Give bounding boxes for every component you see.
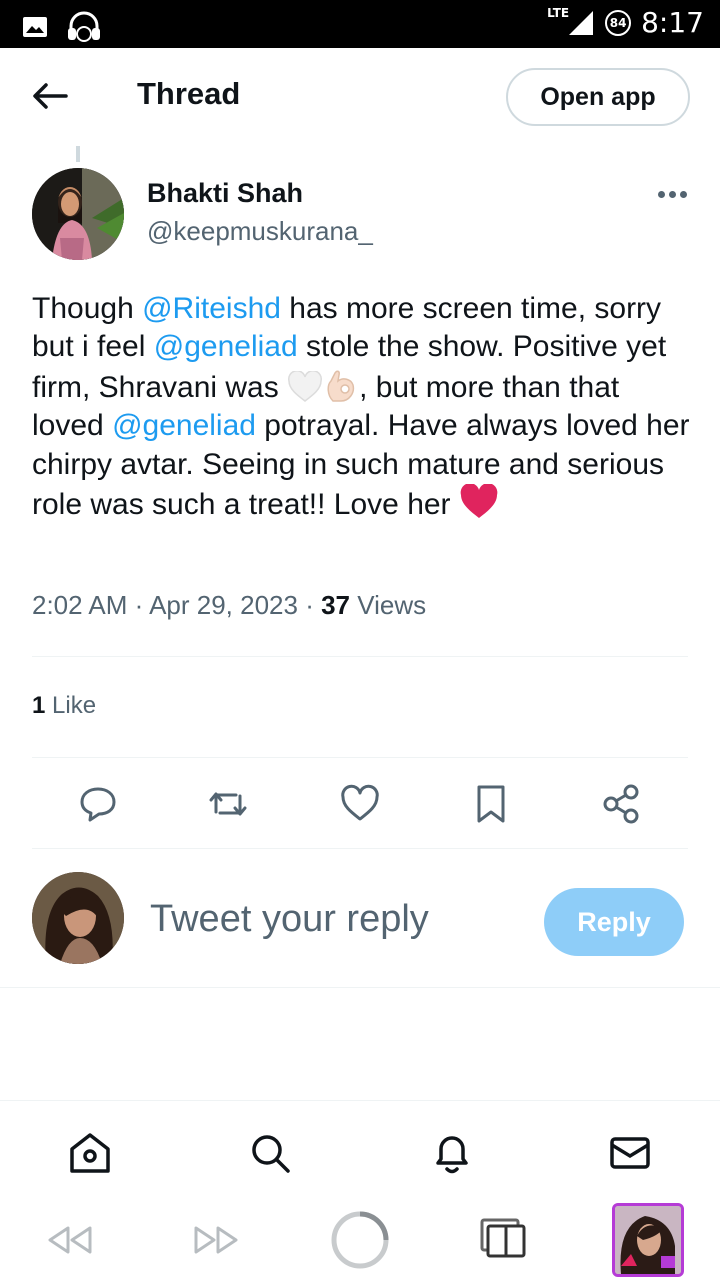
white-heart-emoji-icon — [288, 370, 323, 402]
back-icon[interactable] — [40, 1210, 100, 1270]
comment-icon[interactable] — [76, 782, 120, 826]
tweet-text-part: Though — [32, 292, 143, 325]
status-bar: LTE 84 8:17 — [0, 0, 720, 48]
browser-toolbar — [0, 1200, 720, 1280]
tweet-meta: 2:02 AM · Apr 29, 2023 · 37 Views — [32, 590, 427, 620]
page-title: Thread — [137, 76, 241, 111]
top-bar: Thread Open app — [0, 48, 720, 144]
tweet-text: Though @Riteishd has more screen time, s… — [32, 290, 692, 524]
author-handle[interactable]: @keepmuskurana_ — [147, 216, 373, 247]
user-avatar[interactable] — [32, 872, 124, 964]
open-app-button[interactable]: Open app — [506, 68, 690, 126]
signal-icon — [569, 10, 594, 35]
search-icon[interactable] — [246, 1129, 294, 1177]
author-name[interactable]: Bhakti Shah — [147, 178, 303, 209]
mention-link[interactable]: @geneliad — [112, 409, 256, 442]
tabs-icon[interactable] — [476, 1210, 536, 1270]
tweet-date[interactable]: Apr 29, 2023 — [149, 590, 298, 620]
messages-icon[interactable] — [606, 1129, 654, 1177]
forward-icon[interactable] — [186, 1210, 246, 1270]
likes-count: 1 — [32, 692, 46, 719]
bookmark-icon[interactable] — [469, 782, 513, 826]
share-icon[interactable] — [599, 782, 643, 826]
reply-input[interactable]: Tweet your reply — [150, 898, 429, 941]
divider — [32, 757, 688, 758]
mention-link[interactable]: @Riteishd — [142, 292, 281, 325]
network-type: LTE — [547, 5, 570, 20]
battery-indicator: 84 — [605, 9, 632, 36]
loading-icon[interactable] — [330, 1210, 390, 1270]
mention-link[interactable]: @geneliad — [154, 330, 298, 363]
reply-button[interactable]: Reply — [544, 888, 684, 956]
retweet-icon[interactable] — [206, 782, 250, 826]
home-icon[interactable] — [66, 1129, 114, 1177]
more-options-icon[interactable] — [652, 176, 692, 212]
profile-thumbnail[interactable] — [612, 1203, 684, 1277]
divider — [32, 848, 688, 849]
clock: 8:17 — [641, 6, 704, 39]
headphones-icon — [68, 11, 100, 42]
gallery-icon — [23, 17, 47, 37]
divider — [0, 987, 720, 988]
thread-connector — [76, 146, 80, 162]
tweet-time[interactable]: 2:02 AM — [32, 590, 127, 620]
red-heart-emoji-icon — [460, 484, 498, 519]
like-icon[interactable] — [338, 782, 382, 826]
bottom-nav — [0, 1100, 720, 1200]
notifications-icon[interactable] — [428, 1129, 476, 1177]
back-arrow-icon[interactable] — [30, 80, 70, 112]
likes-summary[interactable]: 1 Like — [32, 692, 96, 720]
tweet-actions — [32, 770, 688, 836]
likes-label: Like — [52, 692, 97, 719]
divider — [32, 656, 688, 657]
author-avatar[interactable] — [32, 168, 124, 260]
views-label: Views — [357, 590, 427, 620]
views-count: 37 — [321, 590, 350, 620]
ok-hand-emoji-icon — [327, 370, 355, 402]
